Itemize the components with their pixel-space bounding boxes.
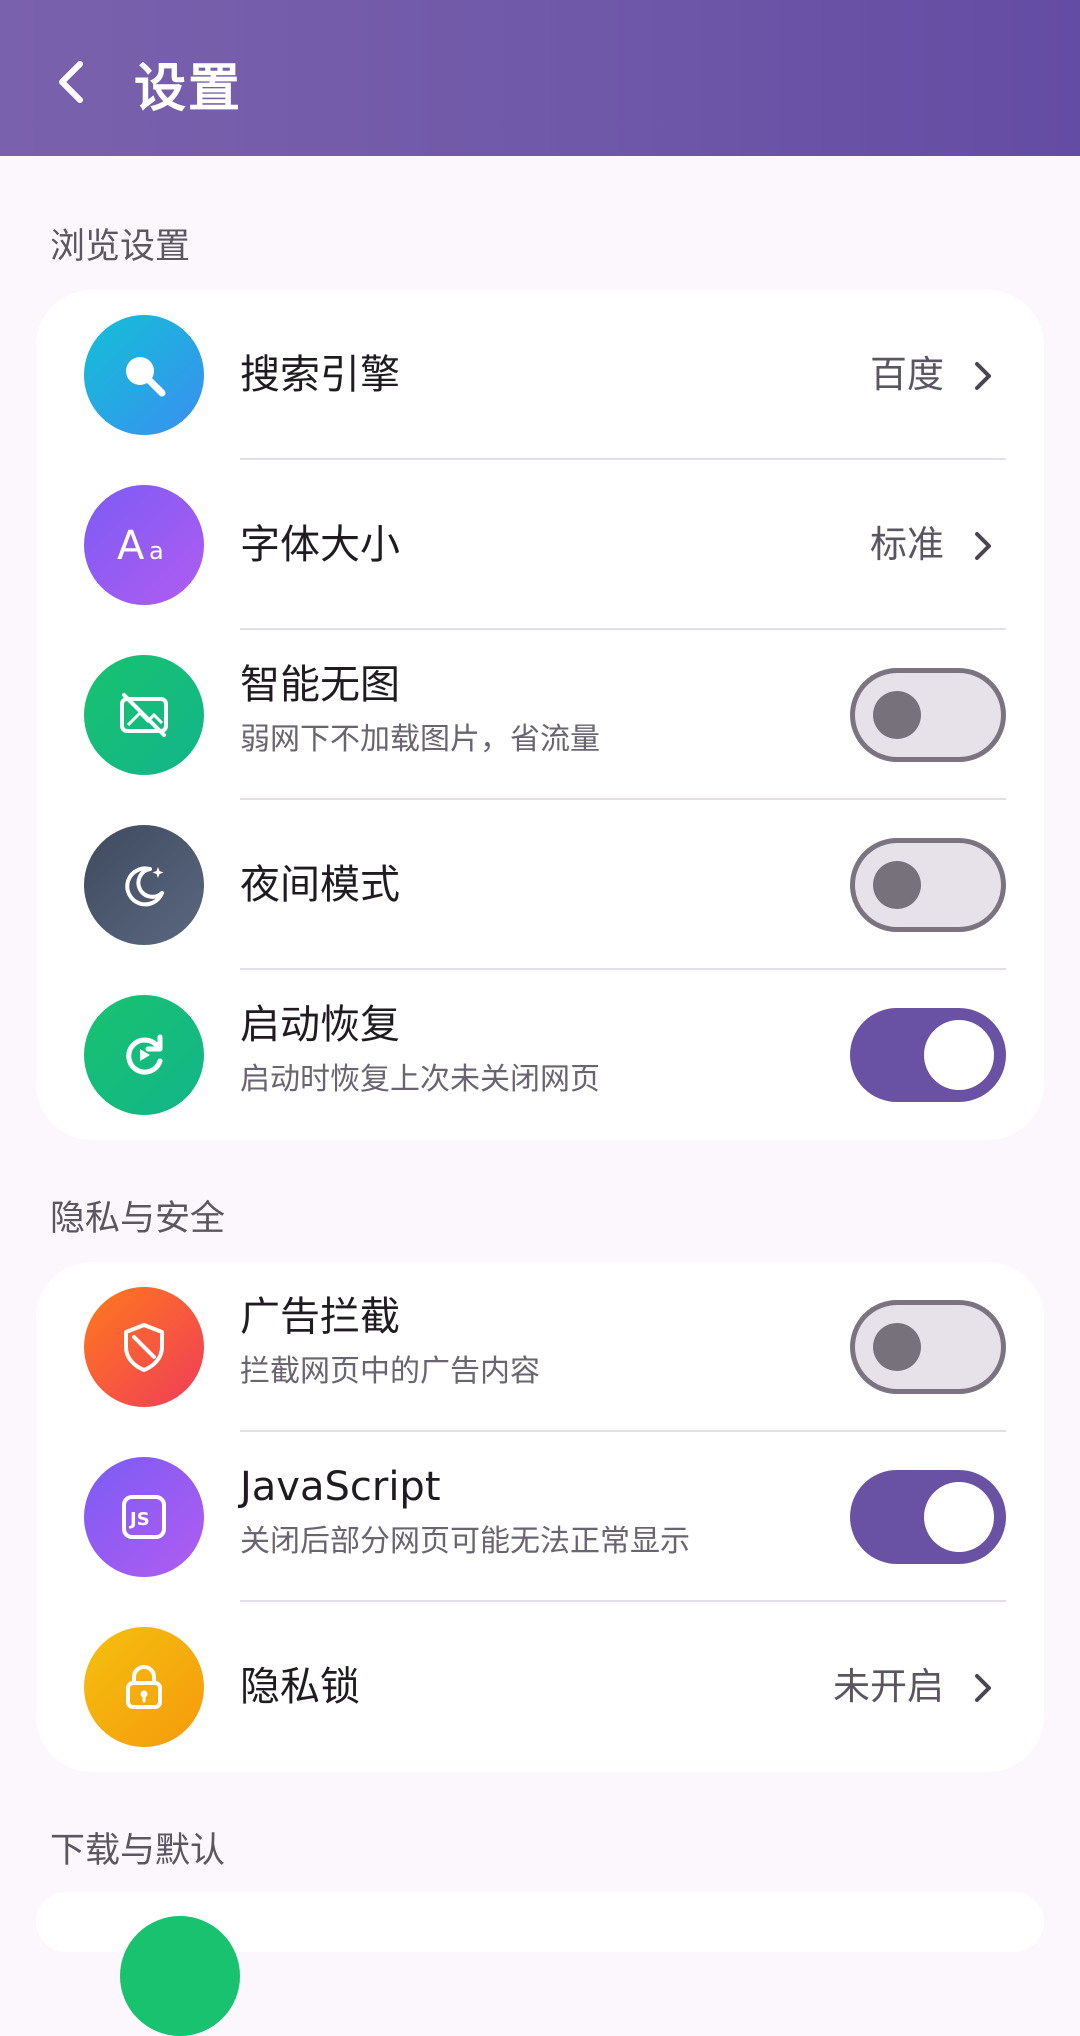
svg-text:JS: JS (128, 1509, 150, 1530)
setting-row-privacy-lock[interactable]: 隐私锁 未开启 (36, 1602, 1044, 1772)
setting-subtitle: 弱网下不加载图片，省流量 (240, 722, 600, 757)
chevron-right-icon (975, 532, 991, 560)
svg-text:a: a (149, 537, 164, 565)
javascript-toggle[interactable] (850, 1470, 1006, 1564)
chevron-left-icon (59, 61, 83, 103)
setting-title: 搜索引擎 (240, 352, 400, 398)
toggle-knob (873, 861, 921, 909)
setting-title: JavaScript (240, 1464, 441, 1510)
setting-value: 标准 (870, 523, 944, 566)
download-icon (120, 1916, 240, 2036)
setting-row-startup-restore[interactable]: 启动恢复 启动时恢复上次未关闭网页 (36, 970, 1044, 1140)
svg-text:A: A (117, 523, 145, 569)
ad-block-toggle[interactable] (850, 1300, 1006, 1394)
ad-block-icon (84, 1287, 204, 1407)
privacy-settings-card: 广告拦截 拦截网页中的广告内容 JS JavaScript 关闭后部分网页可能无… (36, 1262, 1044, 1772)
setting-value: 百度 (870, 353, 944, 396)
toggle-knob (924, 1482, 994, 1552)
setting-value: 未开启 (833, 1665, 944, 1708)
no-image-icon (84, 655, 204, 775)
setting-row-javascript[interactable]: JS JavaScript 关闭后部分网页可能无法正常显示 (36, 1432, 1044, 1602)
setting-row-font-size[interactable]: A a 字体大小 标准 (36, 460, 1044, 630)
setting-title: 启动恢复 (240, 1002, 400, 1048)
toggle-knob (924, 1020, 994, 1090)
javascript-icon: JS (84, 1457, 204, 1577)
search-icon (84, 315, 204, 435)
setting-row-night-mode[interactable]: 夜间模式 (36, 800, 1044, 970)
browse-settings-card: 搜索引擎 百度 A a 字体大小 标准 智能无图 弱网下不加载图片，省流量 夜间… (36, 290, 1044, 1140)
setting-subtitle: 启动时恢复上次未关闭网页 (240, 1062, 600, 1097)
startup-restore-toggle[interactable] (850, 1008, 1006, 1102)
setting-title: 智能无图 (240, 662, 400, 708)
setting-row-no-image[interactable]: 智能无图 弱网下不加载图片，省流量 (36, 630, 1044, 800)
section-title-browse: 浏览设置 (50, 227, 191, 267)
back-button[interactable] (40, 50, 104, 114)
no-image-toggle[interactable] (850, 668, 1006, 762)
setting-title: 夜间模式 (240, 862, 400, 908)
chevron-right-icon (975, 362, 991, 390)
toggle-knob (873, 691, 921, 739)
lock-icon (84, 1627, 204, 1747)
download-settings-card (36, 1892, 1044, 2036)
setting-title: 广告拦截 (240, 1294, 400, 1340)
chevron-right-icon (975, 1674, 991, 1702)
section-title-privacy: 隐私与安全 (50, 1199, 226, 1239)
font-size-icon: A a (84, 485, 204, 605)
night-mode-toggle[interactable] (850, 838, 1006, 932)
moon-icon (84, 825, 204, 945)
setting-row-search-engine[interactable]: 搜索引擎 百度 (36, 290, 1044, 460)
setting-title: 字体大小 (240, 522, 400, 568)
restore-icon (84, 995, 204, 1115)
setting-subtitle: 拦截网页中的广告内容 (240, 1354, 540, 1389)
toggle-knob (873, 1323, 921, 1371)
page-title: 设置 (134, 59, 243, 119)
setting-subtitle: 关闭后部分网页可能无法正常显示 (240, 1524, 690, 1559)
app-bar: 设置 (0, 0, 1080, 156)
setting-title: 隐私锁 (240, 1664, 360, 1710)
setting-row-ad-block[interactable]: 广告拦截 拦截网页中的广告内容 (36, 1262, 1044, 1432)
section-title-download: 下载与默认 (50, 1831, 226, 1871)
